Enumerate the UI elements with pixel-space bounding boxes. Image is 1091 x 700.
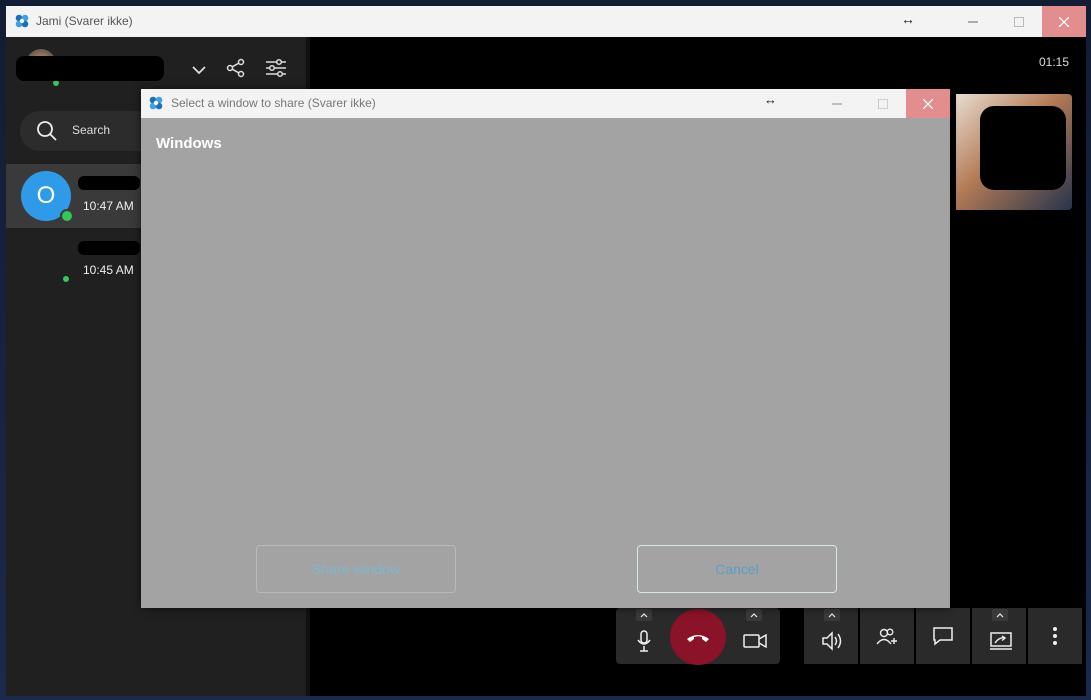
- dialog-titlebar[interactable]: Select a window to share (Svarer ikke) ↔: [141, 89, 950, 118]
- contact-name-redacted: [78, 176, 140, 190]
- resize-cursor-icon: ↔: [901, 11, 915, 27]
- cancel-button[interactable]: Cancel: [637, 545, 837, 593]
- chevron-up-icon: [750, 612, 758, 617]
- share-icon: [226, 58, 245, 78]
- avatar-letter: O: [36, 182, 56, 209]
- mic-options-button[interactable]: [636, 609, 652, 621]
- maximize-button[interactable]: [996, 6, 1042, 37]
- chevron-up-icon: [996, 612, 1004, 617]
- windows-list: [156, 164, 935, 534]
- search-icon: [36, 120, 58, 142]
- conversation-time: 10:47 AM: [83, 199, 134, 213]
- hangup-icon: [687, 635, 709, 642]
- account-name-redacted: [16, 56, 164, 81]
- contact-presence-dot: [61, 274, 71, 284]
- share-options-button[interactable]: [992, 609, 1008, 621]
- close-button[interactable]: [1042, 6, 1086, 37]
- microphone-icon: [637, 630, 651, 652]
- call-timer: 01:15: [1039, 55, 1070, 69]
- search-placeholder: Search: [72, 123, 111, 137]
- minimize-icon: [968, 21, 978, 22]
- chevron-up-icon: [828, 612, 836, 617]
- dialog-maximize-button[interactable]: [860, 89, 906, 118]
- add-participant-icon: [876, 628, 897, 645]
- chat-button[interactable]: [916, 608, 970, 664]
- share-window-dialog: Select a window to share (Svarer ikke) ↔…: [141, 89, 950, 608]
- settings-button[interactable]: [263, 55, 289, 81]
- jami-logo-icon: [14, 13, 30, 29]
- dialog-close-button[interactable]: [906, 89, 950, 118]
- more-options-button[interactable]: [1028, 608, 1082, 664]
- sliders-icon: [266, 58, 286, 78]
- audio-output-options-button[interactable]: [824, 609, 840, 621]
- call-controls-primary: [616, 608, 780, 665]
- mute-microphone-button[interactable]: [630, 626, 658, 656]
- chevron-down-icon: [192, 65, 206, 74]
- windows-heading: Windows: [156, 135, 222, 152]
- main-titlebar[interactable]: Jami (Svarer ikke) ↔: [6, 6, 1086, 37]
- minimize-icon: [832, 103, 842, 104]
- conversation-time: 10:45 AM: [83, 263, 134, 277]
- chevron-up-icon: [640, 612, 648, 617]
- more-vertical-icon: [1053, 627, 1057, 645]
- account-dropdown-button[interactable]: [186, 57, 212, 83]
- contact-presence-dot: [60, 209, 74, 223]
- video-face-redacted: [980, 106, 1066, 190]
- share-window-button[interactable]: Share window: [256, 545, 456, 593]
- toggle-camera-button[interactable]: [740, 626, 770, 656]
- jami-logo-icon: [148, 95, 164, 111]
- volume-button[interactable]: [817, 626, 847, 656]
- hangup-button[interactable]: [670, 609, 726, 665]
- main-window-title: Jami (Svarer ikke): [36, 14, 133, 28]
- minimize-button[interactable]: [950, 6, 996, 37]
- resize-cursor-icon: ↔: [764, 92, 777, 107]
- dialog-title: Select a window to share (Svarer ikke): [171, 96, 376, 110]
- screen-share-icon: [990, 632, 1012, 650]
- close-icon: [923, 98, 933, 109]
- add-participant-button[interactable]: [860, 608, 914, 664]
- video-camera-icon: [743, 633, 767, 649]
- call-controls-secondary: [804, 608, 1086, 664]
- share-screen-button[interactable]: [986, 626, 1016, 656]
- chat-bubble-icon: [933, 627, 953, 646]
- maximize-icon: [1014, 16, 1024, 27]
- camera-options-button[interactable]: [746, 609, 762, 621]
- share-account-button[interactable]: [223, 55, 249, 81]
- close-icon: [1059, 16, 1069, 27]
- speaker-icon: [822, 631, 842, 651]
- local-video-preview[interactable]: [956, 94, 1072, 210]
- contact-name-redacted: [78, 241, 140, 255]
- maximize-icon: [878, 98, 888, 109]
- dialog-minimize-button[interactable]: [814, 89, 860, 118]
